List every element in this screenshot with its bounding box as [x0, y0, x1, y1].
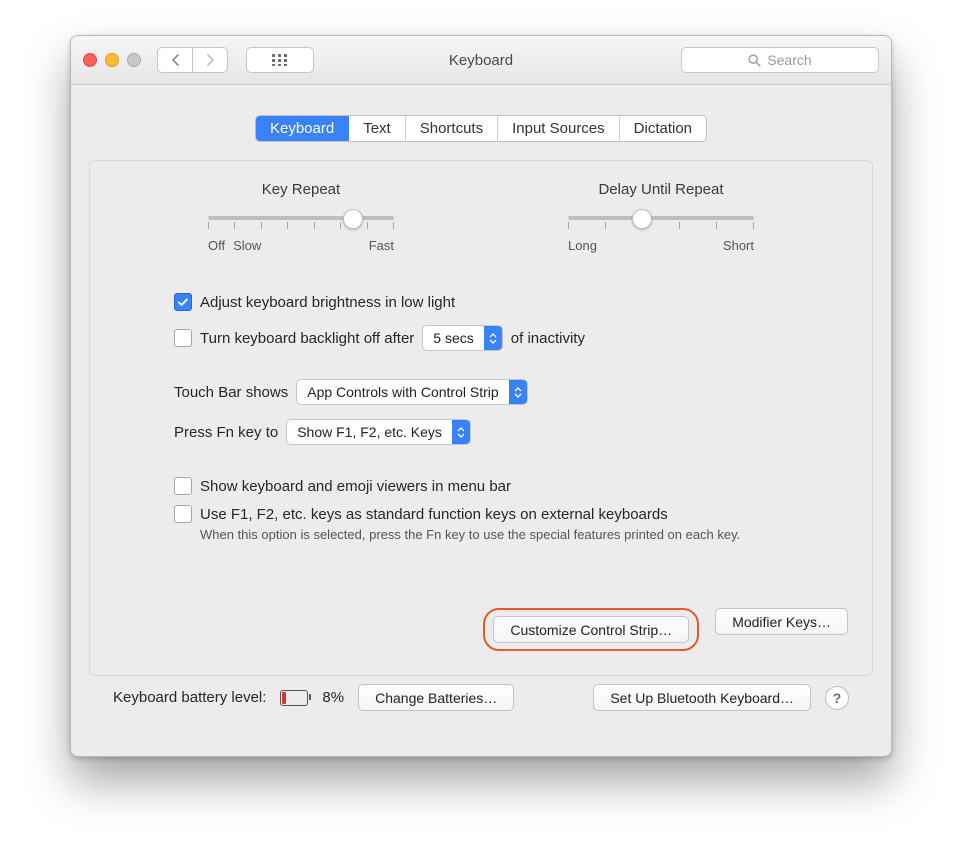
fn-key-value: Show F1, F2, etc. Keys: [287, 424, 452, 440]
nav-buttons: [157, 47, 228, 73]
backlight-off-label-b: of inactivity: [511, 330, 585, 347]
delay-short: Short: [723, 238, 754, 253]
fn-key-label: Press Fn key to: [174, 424, 278, 441]
highlight-frame: Customize Control Strip…: [483, 608, 699, 651]
battery-percent: 8%: [322, 689, 344, 706]
footer: Keyboard battery level: 8% Change Batter…: [89, 684, 873, 725]
key-repeat-slider[interactable]: [208, 208, 394, 236]
keyboard-panel: Key Repeat Off Slow Fast: [89, 160, 873, 676]
show-viewers-label: Show keyboard and emoji viewers in menu …: [200, 478, 511, 495]
backlight-timeout-select[interactable]: 5 secs: [422, 325, 502, 351]
auto-brightness-checkbox[interactable]: [174, 293, 192, 311]
backlight-off-label-a: Turn keyboard backlight off after: [200, 330, 414, 347]
touchbar-shows-select[interactable]: App Controls with Control Strip: [296, 379, 527, 405]
show-viewers-checkbox[interactable]: [174, 477, 192, 495]
content: Keyboard Text Shortcuts Input Sources Di…: [71, 85, 891, 739]
fn-key-select[interactable]: Show F1, F2, etc. Keys: [286, 419, 471, 445]
touchbar-shows-value: App Controls with Control Strip: [297, 384, 508, 400]
window-controls: [83, 53, 141, 67]
close-icon[interactable]: [83, 53, 97, 67]
tab-input-sources[interactable]: Input Sources: [498, 116, 620, 141]
key-repeat-label: Key Repeat: [171, 181, 431, 198]
zoom-icon[interactable]: [127, 53, 141, 67]
battery-icon: [280, 690, 308, 706]
prefs-window: Keyboard Search Keyboard Text Shortcuts …: [70, 35, 892, 757]
search-icon: [748, 54, 761, 67]
key-repeat-slow: Slow: [233, 238, 261, 253]
std-fn-keys-label: Use F1, F2, etc. keys as standard functi…: [200, 506, 668, 523]
grid-icon: [272, 54, 288, 66]
tab-text[interactable]: Text: [349, 116, 406, 141]
tab-bar: Keyboard Text Shortcuts Input Sources Di…: [89, 115, 873, 142]
titlebar: Keyboard Search: [71, 36, 891, 85]
setup-bluetooth-keyboard-button[interactable]: Set Up Bluetooth Keyboard…: [593, 684, 811, 711]
touchbar-shows-label: Touch Bar shows: [174, 384, 288, 401]
stepper-icon: [509, 380, 527, 404]
delay-repeat-label: Delay Until Repeat: [531, 181, 791, 198]
auto-brightness-label: Adjust keyboard brightness in low light: [200, 294, 455, 311]
backlight-off-checkbox[interactable]: [174, 329, 192, 347]
battery-level-label: Keyboard battery level:: [113, 689, 266, 706]
change-batteries-button[interactable]: Change Batteries…: [358, 684, 514, 711]
search-placeholder: Search: [767, 52, 811, 68]
help-button[interactable]: ?: [825, 686, 849, 710]
stepper-icon: [484, 326, 502, 350]
show-all-button[interactable]: [246, 47, 314, 73]
search-input[interactable]: Search: [681, 47, 879, 73]
tab-dictation[interactable]: Dictation: [620, 116, 706, 141]
stepper-icon: [452, 420, 470, 444]
tab-keyboard[interactable]: Keyboard: [256, 116, 349, 141]
tab-shortcuts[interactable]: Shortcuts: [406, 116, 498, 141]
delay-repeat-slider[interactable]: [568, 208, 754, 236]
minimize-icon[interactable]: [105, 53, 119, 67]
key-repeat-fast: Fast: [369, 238, 394, 253]
key-repeat-off: Off: [208, 238, 225, 253]
delay-long: Long: [568, 238, 597, 253]
customize-control-strip-button[interactable]: Customize Control Strip…: [493, 616, 689, 643]
back-button[interactable]: [157, 47, 193, 73]
key-repeat-block: Key Repeat Off Slow Fast: [171, 181, 431, 253]
delay-repeat-block: Delay Until Repeat Long Short: [531, 181, 791, 253]
std-fn-keys-checkbox[interactable]: [174, 505, 192, 523]
forward-button[interactable]: [192, 47, 228, 73]
backlight-timeout-value: 5 secs: [423, 330, 483, 346]
modifier-keys-button[interactable]: Modifier Keys…: [715, 608, 848, 635]
std-fn-keys-help: When this option is selected, press the …: [200, 527, 848, 542]
